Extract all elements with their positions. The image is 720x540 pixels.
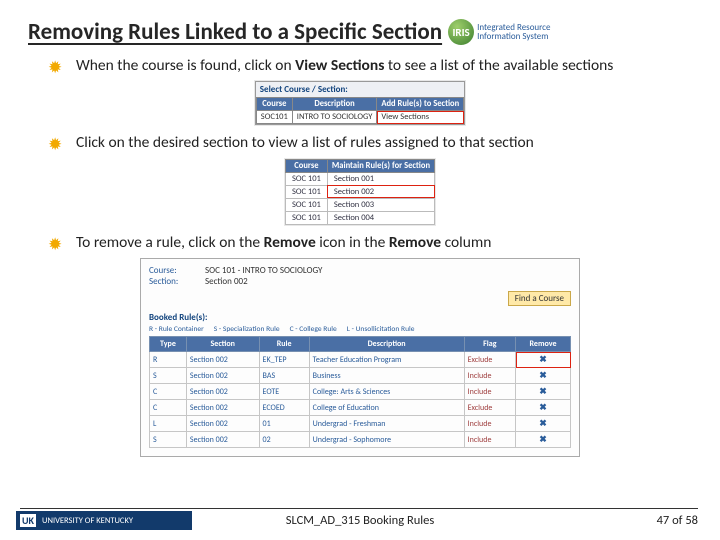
fig3-fields: Course:SOC 101 - INTRO TO SOCIOLOGY Sect…: [149, 265, 571, 306]
remove-icon[interactable]: ✖: [516, 416, 571, 432]
figure-booked-rules: Course:SOC 101 - INTRO TO SOCIOLOGY Sect…: [28, 258, 692, 457]
bullet-2: ✹ Click on the desired section to view a…: [48, 133, 692, 152]
page-title: Removing Rules Linked to a Specific Sect…: [28, 18, 442, 46]
title-row: Removing Rules Linked to a Specific Sect…: [28, 18, 692, 46]
remove-icon[interactable]: ✖: [516, 384, 571, 400]
view-sections-link[interactable]: View Sections: [377, 111, 464, 124]
remove-icon[interactable]: ✖: [516, 432, 571, 448]
fig2-table: Course Maintain Rule(s) for Section SOC …: [285, 159, 435, 225]
section-row[interactable]: SOC 101Section 004: [285, 211, 434, 224]
booked-rules-title: Booked Rule(s):: [149, 312, 571, 323]
page-number: 47 of 58: [657, 513, 698, 528]
find-course-button[interactable]: Find a Course: [508, 291, 571, 306]
fig1-table: Course Description Add Rule(s) to Sectio…: [256, 97, 464, 124]
bullet-3: ✹ To remove a rule, click on the Remove …: [48, 233, 692, 252]
rule-row: CSection 002EOTECollege: Arts & Sciences…: [150, 384, 571, 400]
footer: UK UNIVERSITY OF KENTUCKY SLCM_AD_315 Bo…: [0, 511, 720, 530]
star-icon: ✹: [48, 57, 62, 78]
remove-icon[interactable]: ✖: [516, 352, 571, 368]
rule-row: RSection 002EK_TEPTeacher Education Prog…: [150, 352, 571, 368]
star-icon: ✹: [48, 234, 62, 255]
slide: Removing Rules Linked to a Specific Sect…: [0, 0, 720, 457]
remove-icon[interactable]: ✖: [516, 368, 571, 384]
rule-row: SSection 00202Undergrad - SophomoreInclu…: [150, 432, 571, 448]
rule-row: LSection 00201Undergrad - FreshmanInclud…: [150, 416, 571, 432]
footer-center: SLCM_AD_315 Booking Rules: [286, 513, 435, 528]
remove-icon[interactable]: ✖: [516, 400, 571, 416]
star-icon: ✹: [48, 134, 62, 155]
iris-logo: IRIS Integrated Resource Information Sys…: [448, 19, 550, 45]
bullet-list: ✹ When the course is found, click on Vie…: [28, 56, 692, 457]
iris-logo-icon: IRIS: [448, 19, 474, 45]
legend: R - Rule Container S - Specialization Ru…: [149, 325, 571, 334]
fig1-header: Select Course / Section:: [256, 82, 464, 97]
footer-divider: [20, 508, 698, 509]
fig3-panel: Course:SOC 101 - INTRO TO SOCIOLOGY Sect…: [140, 258, 580, 457]
figure-section-list: Course Maintain Rule(s) for Section SOC …: [28, 159, 692, 225]
rule-row: CSection 002ECOEDCollege of EducationExc…: [150, 400, 571, 416]
fig3-table: Type Section Rule Description Flag Remov…: [149, 336, 571, 448]
rule-row: SSection 002BASBusinessInclude✖: [150, 368, 571, 384]
section-row[interactable]: SOC 101Section 001: [285, 172, 434, 185]
section-row[interactable]: SOC 101Section 002: [285, 185, 434, 198]
uk-logo: UK UNIVERSITY OF KENTUCKY: [16, 511, 192, 530]
section-row[interactable]: SOC 101Section 003: [285, 198, 434, 211]
figure-select-course: Select Course / Section: Course Descript…: [28, 81, 692, 125]
bullet-1: ✹ When the course is found, click on Vie…: [48, 56, 692, 75]
iris-logo-text: Integrated Resource Information System: [477, 23, 550, 41]
